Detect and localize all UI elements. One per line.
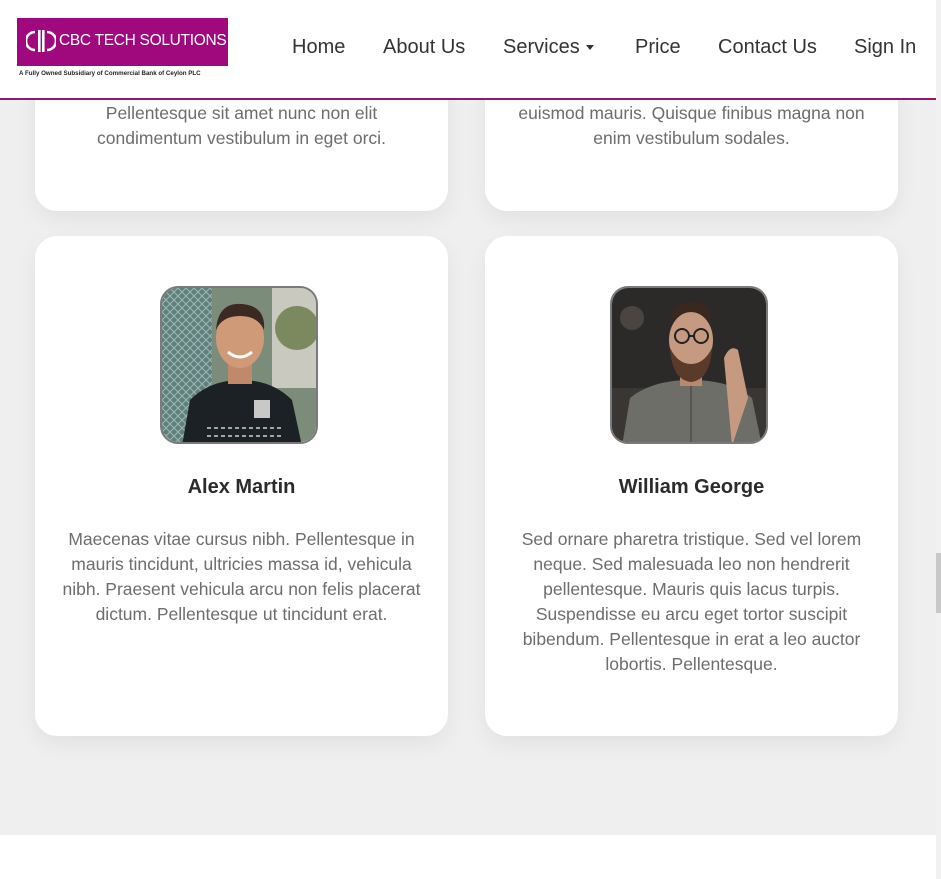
testimonial-text: euismod mauris. Quisque finibus magna no… [518, 103, 865, 148]
nav-about[interactable]: About Us [383, 36, 465, 59]
logo[interactable]: CBC TECH SOLUTIONS [17, 18, 228, 66]
nav-services-label: Services [503, 36, 580, 58]
nav-home[interactable]: Home [292, 36, 345, 59]
logo-tagline: A Fully Owned Subsidiary of Commercial B… [19, 70, 201, 77]
testimonial-text: Pellentesque sit amet nunc non elit cond… [97, 103, 386, 148]
navbar: CBC TECH SOLUTIONS A Fully Owned Subsidi… [0, 0, 936, 100]
avatar [160, 286, 318, 444]
footer-section [0, 835, 936, 879]
scrollbar[interactable] [936, 0, 941, 879]
nav-price[interactable]: Price [635, 36, 681, 59]
logo-mark-icon [26, 30, 56, 52]
avatar [610, 286, 768, 444]
scrollbar-thumb[interactable] [936, 553, 941, 613]
nav-contact[interactable]: Contact Us [718, 36, 817, 59]
caret-down-icon [585, 45, 594, 51]
testimonial-card: William George Sed ornare pharetra trist… [485, 236, 898, 736]
nav-services[interactable]: Services [503, 36, 594, 59]
person-name: Alex Martin [187, 476, 296, 498]
person-name: William George [618, 476, 765, 498]
testimonial-text: Maecenas vitae cursus nibh. Pellentesque… [62, 529, 421, 624]
logo-text: CBC TECH SOLUTIONS [59, 32, 227, 49]
testimonial-text: Sed ornare pharetra tristique. Sed vel l… [521, 529, 862, 674]
testimonial-card: Alex Martin Maecenas vitae cursus nibh. … [35, 236, 448, 736]
nav-signin[interactable]: Sign In [854, 36, 916, 59]
